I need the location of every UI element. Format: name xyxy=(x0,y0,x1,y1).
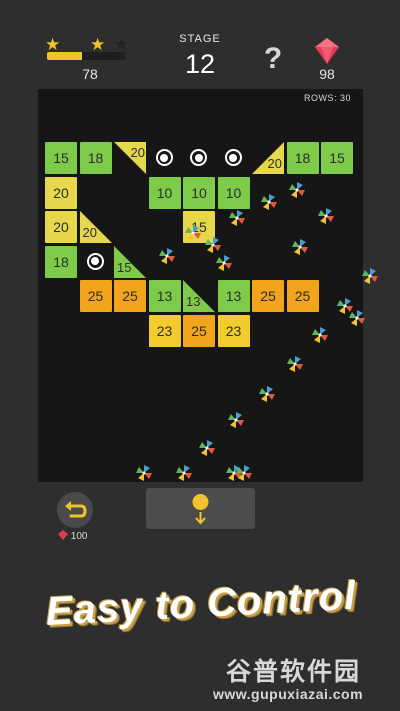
triangle-brick-value: 13 xyxy=(186,294,201,309)
undo-cost-value: 100 xyxy=(70,531,88,542)
red-gem-icon xyxy=(58,530,68,540)
undo-button[interactable] xyxy=(57,492,93,528)
brick: 10 xyxy=(148,176,181,209)
brick: 18 xyxy=(45,245,77,278)
extra-ball-ring xyxy=(86,252,104,270)
gem-count: 98 xyxy=(319,66,335,82)
triangle-brick: 20 xyxy=(114,142,146,174)
pinwheel-ball-icon xyxy=(258,385,276,403)
triangle-brick: 15 xyxy=(114,245,146,278)
brick: 20 xyxy=(45,176,77,209)
star-icon: ★ xyxy=(114,35,130,54)
drop-ball-button[interactable] xyxy=(146,488,255,529)
triangle-brick-value: 15 xyxy=(117,259,132,275)
undo-cost: 100 xyxy=(58,530,87,542)
extra-ball-ring xyxy=(224,149,242,166)
brick: 25 xyxy=(286,280,319,312)
star-icon: ★ xyxy=(45,35,61,54)
brick: 10 xyxy=(183,176,215,209)
pinwheel-ball-icon xyxy=(291,238,309,256)
pinwheel-ball-icon xyxy=(228,209,246,227)
triangle-brick: 13 xyxy=(183,280,215,312)
stage-progress-fill xyxy=(47,52,83,60)
brick: 23 xyxy=(217,314,250,347)
brick: 15 xyxy=(45,142,77,174)
pinwheel-ball-icon xyxy=(175,464,193,482)
stage-number: 12 xyxy=(184,49,216,79)
game-board[interactable]: ROWS: 30 15 18 18 15 20 10 10 10 20 15 18 25 25 13 13 2… xyxy=(38,89,378,482)
pinwheel-ball-icon xyxy=(288,181,306,199)
brick: 20 xyxy=(45,211,77,243)
pinwheel-ball-icon xyxy=(286,355,304,373)
star-icon: ★ xyxy=(90,35,106,54)
pinwheel-ball-icon xyxy=(348,309,366,327)
watermark-url: www.gupuxiazai.com xyxy=(213,686,364,702)
pinwheel-ball-icon xyxy=(260,193,278,211)
extra-ball-ring xyxy=(155,149,173,166)
brick: 13 xyxy=(148,280,181,312)
pinwheel-ball-icon xyxy=(361,267,379,285)
pinwheel-ball-icon xyxy=(158,247,176,265)
brick: 25 xyxy=(114,280,146,312)
rows-counter: ROWS: 30 xyxy=(303,93,351,103)
triangle-brick: 20 xyxy=(79,211,112,243)
brick: 23 xyxy=(148,314,181,347)
brick: 15 xyxy=(321,142,353,174)
pinwheel-ball-icon xyxy=(135,464,153,482)
watermark-title: 谷普软件园 xyxy=(226,658,362,686)
triangle-brick-value: 20 xyxy=(130,145,145,160)
score-value: 78 xyxy=(82,66,98,82)
triangle-brick: 20 xyxy=(252,142,284,174)
undo-arrow-icon xyxy=(65,501,87,518)
promo-caption: Easy to Control xyxy=(44,573,358,634)
pinwheel-ball-icon xyxy=(227,411,245,429)
pinwheel-ball-icon xyxy=(311,326,329,344)
pinwheel-ball-icon xyxy=(317,207,335,225)
question-mark-icon[interactable]: ? xyxy=(258,42,288,76)
pinwheel-ball-icon xyxy=(198,439,216,457)
pinwheel-ball-icon xyxy=(204,236,222,254)
brick: 25 xyxy=(252,280,284,312)
pinwheel-ball-icon xyxy=(215,254,233,272)
pinwheel-ball-icon xyxy=(235,464,253,482)
brick: 25 xyxy=(183,314,215,347)
red-gem-icon xyxy=(315,38,339,64)
extra-ball-ring xyxy=(190,149,207,166)
brick: 18 xyxy=(286,142,319,174)
brick: 18 xyxy=(79,142,112,174)
stage-progress-bar xyxy=(47,52,125,60)
brick: 13 xyxy=(217,280,250,312)
brick: 10 xyxy=(217,176,250,209)
brick: 25 xyxy=(79,280,112,312)
triangle-brick-value: 20 xyxy=(267,156,282,171)
pinwheel-ball-icon xyxy=(184,224,202,242)
drop-down-ball-icon xyxy=(192,494,209,525)
stage-label: STAGE xyxy=(179,33,221,45)
triangle-brick-value: 20 xyxy=(82,225,97,240)
